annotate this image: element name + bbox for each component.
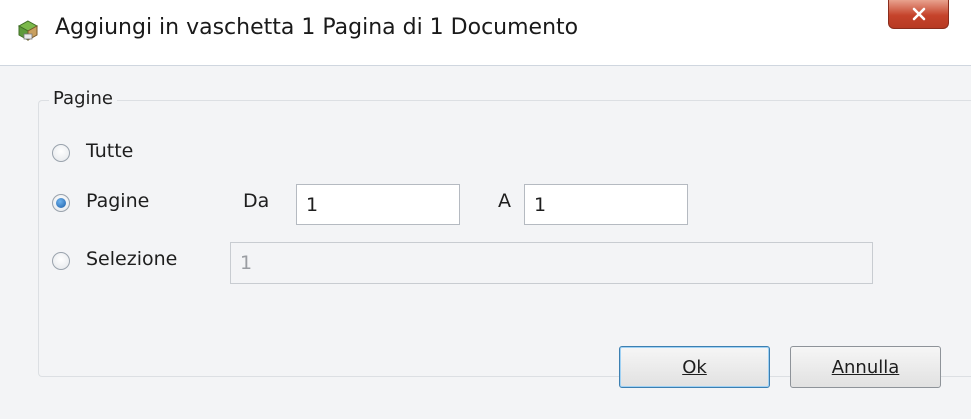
radio-all[interactable] <box>52 144 70 162</box>
title-bar: Aggiungi in vaschetta 1 Pagina di 1 Docu… <box>0 0 971 66</box>
close-icon <box>912 7 925 21</box>
dialog-body: Pagine Tutte Pagine Da A Selezione Ok An… <box>0 66 971 419</box>
pages-groupbox <box>38 100 971 377</box>
radio-pages-label[interactable]: Pagine <box>86 190 149 212</box>
selection-input[interactable] <box>230 242 873 284</box>
printer-tray-icon <box>17 20 39 41</box>
groupbox-legend: Pagine <box>49 88 117 109</box>
radio-selection-label[interactable]: Selezione <box>86 248 177 270</box>
window-title: Aggiungi in vaschetta 1 Pagina di 1 Docu… <box>55 15 579 40</box>
from-label: Da <box>243 190 270 212</box>
radio-all-label[interactable]: Tutte <box>86 140 133 162</box>
radio-selection[interactable] <box>52 252 70 270</box>
to-page-input[interactable] <box>524 184 688 225</box>
close-button[interactable] <box>888 0 949 29</box>
from-page-input[interactable] <box>296 184 460 225</box>
to-label: A <box>498 190 511 212</box>
radio-pages[interactable] <box>52 194 70 212</box>
ok-button[interactable]: Ok <box>619 346 770 388</box>
cancel-button[interactable]: Annulla <box>790 346 941 388</box>
